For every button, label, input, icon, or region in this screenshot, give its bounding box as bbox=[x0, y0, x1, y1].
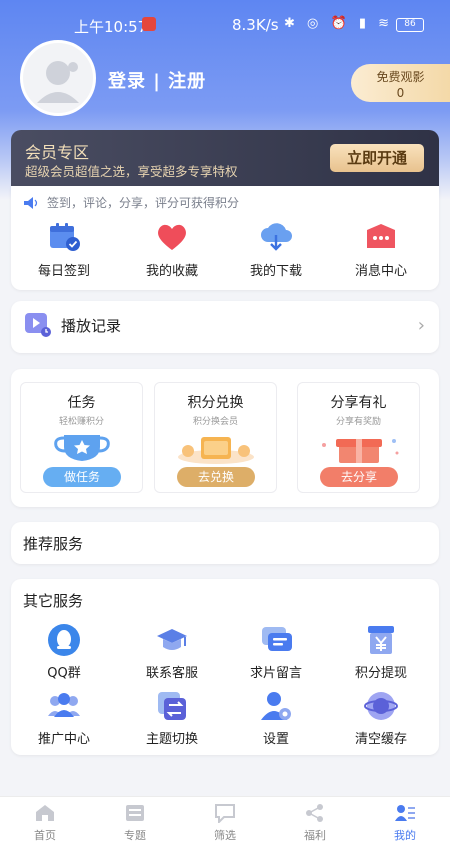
do-task-button[interactable]: 做任务 bbox=[43, 467, 121, 487]
tab-label: 我的 bbox=[394, 829, 416, 842]
play-history-label: 播放记录 bbox=[61, 317, 122, 335]
points-notice-text: 签到，评论，分享，评分可获得积分 bbox=[47, 196, 240, 210]
service-withdraw-points[interactable]: 积分提现 bbox=[331, 624, 431, 681]
network-speed: 8.3K/s bbox=[232, 16, 279, 34]
heart-icon bbox=[158, 224, 186, 250]
tab-filter[interactable]: 筛选 bbox=[190, 803, 260, 843]
service-label: 联系客服 bbox=[145, 666, 198, 681]
battery-icon: 86 bbox=[396, 18, 424, 32]
status-time: 上午10:57 bbox=[74, 18, 148, 36]
task-subtitle: 积分换会员 bbox=[192, 417, 238, 427]
login-register-link[interactable]: 登录 | 注册 bbox=[108, 67, 206, 93]
quick-item-checkin[interactable]: 每日签到 bbox=[14, 222, 114, 279]
clear-cache-icon bbox=[364, 692, 398, 720]
share-button[interactable]: 去分享 bbox=[320, 467, 398, 487]
graduation-cap-icon bbox=[157, 629, 187, 650]
topic-icon bbox=[126, 805, 144, 821]
play-history-row[interactable]: 播放记录 › bbox=[11, 301, 439, 353]
chevron-right-icon: › bbox=[417, 315, 425, 336]
tasks-card: 任务 轻松赚积分 做任务 积分兑换 积分换会员 去兑换 分享有礼 分享有奖励 去… bbox=[11, 369, 439, 507]
gift-box-icon bbox=[321, 439, 398, 463]
tab-home[interactable]: 首页 bbox=[10, 803, 80, 843]
user-settings-icon bbox=[261, 692, 291, 720]
message-icon bbox=[367, 224, 395, 248]
task-title: 积分兑换 bbox=[187, 395, 244, 411]
service-label: 设置 bbox=[262, 732, 289, 747]
switch-icon bbox=[158, 692, 186, 720]
qq-icon bbox=[48, 624, 80, 656]
status-bar: 上午10:57 8.3K/s ✱ ◎ ⏰ ▮ ≋ 86 bbox=[0, 0, 450, 40]
quick-item-label: 消息中心 bbox=[354, 264, 407, 279]
bottom-tab-bar: 首页 专题 筛选 福利 我的 bbox=[0, 796, 450, 850]
quick-item-messages[interactable]: 消息中心 bbox=[331, 222, 431, 279]
recommended-services-row[interactable]: 推荐服务 bbox=[11, 522, 439, 564]
coupon-icon bbox=[177, 437, 254, 464]
app-notification-icon bbox=[142, 17, 156, 31]
quick-item-label: 我的下载 bbox=[249, 264, 302, 279]
free-viewing-badge[interactable]: 免费观影 0 bbox=[351, 64, 450, 102]
task-subtitle: 轻松赚积分 bbox=[58, 417, 104, 427]
service-clear-cache[interactable]: 清空缓存 bbox=[331, 690, 431, 747]
points-exchange-card[interactable]: 积分兑换 积分换会员 去兑换 bbox=[154, 382, 277, 493]
exchange-button[interactable]: 去兑换 bbox=[177, 467, 255, 487]
avatar[interactable] bbox=[20, 40, 96, 116]
vip-title: 会员专区 bbox=[25, 143, 90, 162]
trophy-icon bbox=[53, 435, 110, 461]
group-icon bbox=[48, 693, 80, 717]
tab-label: 专题 bbox=[124, 829, 146, 842]
play-history-icon bbox=[25, 313, 51, 337]
filter-icon bbox=[215, 804, 235, 823]
service-request-film[interactable]: 求片留言 bbox=[226, 624, 326, 681]
service-qq-group[interactable]: QQ群 bbox=[14, 624, 114, 681]
task-title: 任务 bbox=[67, 395, 96, 411]
task-card[interactable]: 任务 轻松赚积分 做任务 bbox=[20, 382, 143, 493]
free-viewing-title: 免费观影 bbox=[376, 70, 425, 84]
other-services-title: 其它服务 bbox=[23, 592, 84, 610]
points-notice: 签到，评论，分享，评分可获得积分 bbox=[23, 194, 239, 211]
quick-item-label: 我的收藏 bbox=[145, 264, 198, 279]
system-status-icons: ✱ ◎ ⏰ ▮ ≋ bbox=[284, 16, 393, 31]
task-title: 分享有礼 bbox=[330, 395, 387, 411]
vip-banner: 会员专区 超级会员超值之选，享受超多专享特权 立即开通 bbox=[11, 130, 439, 186]
tab-label: 福利 bbox=[304, 829, 326, 842]
recommended-services-title: 推荐服务 bbox=[23, 535, 84, 553]
service-label: 求片留言 bbox=[249, 666, 302, 681]
service-theme-switch[interactable]: 主题切换 bbox=[122, 690, 222, 747]
vip-open-button[interactable]: 立即开通 bbox=[330, 144, 424, 172]
other-services-card: 其它服务 QQ群 联系客服 求片留言 积分提现 推广中心 主题切换 设置 清空缓… bbox=[11, 579, 439, 755]
service-label: QQ群 bbox=[47, 666, 81, 681]
chat-bubble-icon bbox=[262, 627, 292, 651]
service-contact-support[interactable]: 联系客服 bbox=[122, 624, 222, 681]
share-gift-card[interactable]: 分享有礼 分享有奖励 去分享 bbox=[297, 382, 420, 493]
calendar-check-icon bbox=[50, 223, 80, 251]
profile-icon bbox=[395, 805, 415, 821]
quick-actions-card: 签到，评论，分享，评分可获得积分 每日签到 我的收藏 我的下载 消息中心 bbox=[11, 186, 439, 290]
tab-welfare[interactable]: 福利 bbox=[280, 803, 350, 843]
yuan-icon bbox=[368, 626, 394, 654]
quick-item-label: 每日签到 bbox=[37, 264, 90, 279]
tab-label: 首页 bbox=[34, 829, 56, 842]
tab-label: 筛选 bbox=[214, 829, 236, 842]
task-subtitle: 分享有奖励 bbox=[335, 417, 381, 427]
cloud-download-icon bbox=[261, 223, 292, 251]
free-viewing-count: 0 bbox=[396, 86, 405, 100]
quick-item-downloads[interactable]: 我的下载 bbox=[226, 222, 326, 279]
service-settings[interactable]: 设置 bbox=[226, 690, 326, 747]
home-icon bbox=[36, 805, 54, 821]
share-icon bbox=[306, 804, 323, 822]
service-label: 积分提现 bbox=[354, 666, 407, 681]
service-label: 清空缓存 bbox=[354, 732, 407, 747]
vip-subtitle: 超级会员超值之选，享受超多专享特权 bbox=[25, 164, 238, 179]
tab-topics[interactable]: 专题 bbox=[100, 803, 170, 843]
service-label: 推广中心 bbox=[37, 732, 90, 747]
tab-mine[interactable]: 我的 bbox=[370, 803, 440, 843]
speaker-icon bbox=[24, 196, 38, 209]
service-promotion-center[interactable]: 推广中心 bbox=[14, 690, 114, 747]
quick-item-favorites[interactable]: 我的收藏 bbox=[122, 222, 222, 279]
service-label: 主题切换 bbox=[145, 732, 198, 747]
